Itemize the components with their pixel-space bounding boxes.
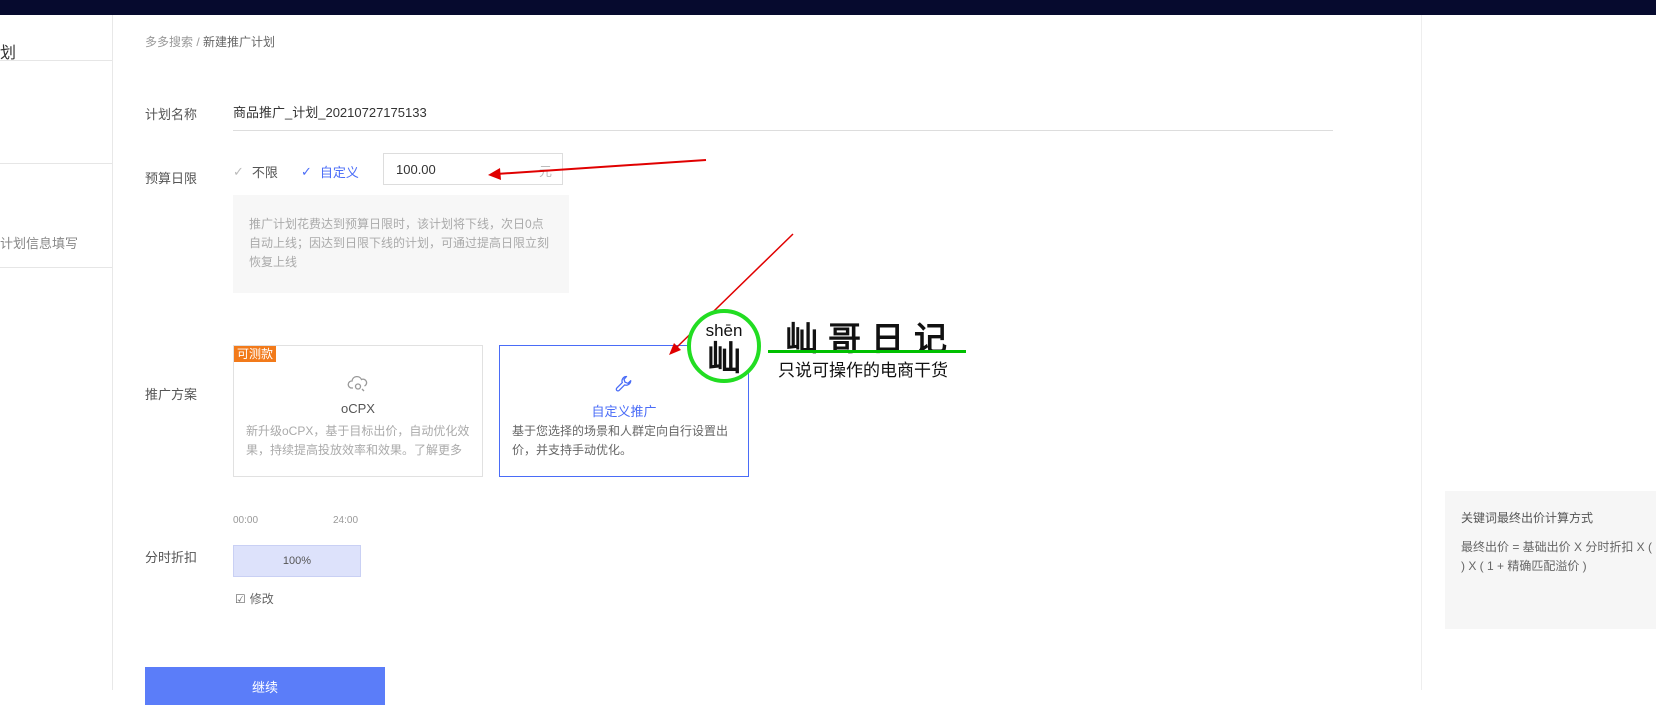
scheme-card-ocpx[interactable]: 可测款 oCPX 新升级oCPX，基于目标出价，自动优化效果，持续提高投放效率和… bbox=[233, 345, 483, 477]
check-icon: ✓ bbox=[233, 163, 244, 179]
sidebar-divider bbox=[0, 267, 112, 268]
scheme-card-title: oCPX bbox=[341, 401, 375, 416]
edit-icon: ☑ bbox=[235, 591, 246, 606]
breadcrumb-separator: / bbox=[196, 35, 200, 49]
watermark-slogan: 只说可操作的电商干货 bbox=[778, 361, 948, 380]
time-start: 00:00 bbox=[233, 515, 259, 526]
bid-formula-title: 关键词最终出价计算方式 bbox=[1461, 511, 1594, 525]
sidebar-divider bbox=[0, 60, 112, 61]
budget-option-custom-label: 自定义 bbox=[319, 165, 359, 180]
budget-option-unlimited-label: 不限 bbox=[251, 165, 278, 180]
edit-time-discount-link[interactable]: ☑ 修改 bbox=[235, 590, 274, 607]
time-discount-bar: 100% bbox=[233, 545, 361, 577]
budget-amount-input[interactable] bbox=[384, 154, 516, 184]
top-bar bbox=[0, 0, 1656, 15]
plan-name-label: 计划名称 bbox=[145, 107, 198, 122]
test-badge: 可测款 bbox=[234, 346, 277, 362]
budget-option-unlimited[interactable]: ✓ 不限 bbox=[233, 162, 278, 181]
breadcrumb: 多多搜索 / 新建推广计划 bbox=[145, 33, 275, 50]
budget-amount-field: 元 bbox=[383, 153, 563, 185]
edit-label: 修改 bbox=[249, 592, 274, 606]
sidebar-divider bbox=[0, 163, 112, 164]
breadcrumb-parent[interactable]: 多多搜索 bbox=[145, 35, 193, 49]
breadcrumb-current: 新建推广计划 bbox=[203, 35, 276, 49]
watermark-char: 屾 bbox=[707, 339, 741, 379]
plan-name-input[interactable] bbox=[233, 92, 1333, 131]
main-content: 多多搜索 / 新建推广计划 计划名称 预算日限 ✓ 不限 ✓ 自定义 元 推广计… bbox=[113, 15, 1421, 705]
wrench-icon bbox=[614, 374, 634, 399]
scheme-card-desc: 新升级oCPX，基于目标出价，自动优化效果，持续提高投放效率和效果。了解更多 bbox=[246, 424, 470, 457]
scheme-card-title: 自定义推广 bbox=[591, 404, 657, 419]
right-panel: 关键词最终出价计算方式 最终出价 = 基础出价 X 分时折扣 X ( 1 + 人… bbox=[1421, 15, 1656, 690]
watermark-underline bbox=[768, 350, 966, 353]
budget-unit: 元 bbox=[538, 164, 552, 179]
time-discount-label: 分时折扣 bbox=[145, 550, 198, 565]
check-icon: ✓ bbox=[301, 163, 312, 179]
continue-button[interactable]: 继续 bbox=[145, 667, 385, 705]
left-sidebar: 划 计划信息填写 bbox=[0, 15, 113, 690]
cloud-icon bbox=[347, 374, 369, 397]
time-end: 24:00 bbox=[333, 515, 359, 526]
budget-label: 预算日限 bbox=[145, 171, 198, 186]
watermark-pinyin: shēn bbox=[706, 321, 743, 340]
sidebar-item-plan-info[interactable]: 计划信息填写 bbox=[0, 233, 78, 252]
watermark-logo: shēn 屾 bbox=[686, 308, 762, 384]
scheme-label: 推广方案 bbox=[145, 387, 198, 402]
bid-formula-text: 最终出价 = 基础出价 X 分时折扣 X ( 1 + 人群溢价 ) X ( 1 … bbox=[1461, 540, 1656, 573]
bid-formula-info: 关键词最终出价计算方式 最终出价 = 基础出价 X 分时折扣 X ( 1 + 人… bbox=[1445, 491, 1656, 629]
budget-option-custom[interactable]: ✓ 自定义 bbox=[301, 162, 359, 181]
scheme-card-desc: 基于您选择的场景和人群定向自行设置出价，并支持手动优化。 bbox=[512, 424, 729, 457]
budget-tip: 推广计划花费达到预算日限时，该计划将下线，次日0点自动上线；因达到日限下线的计划… bbox=[233, 195, 569, 293]
